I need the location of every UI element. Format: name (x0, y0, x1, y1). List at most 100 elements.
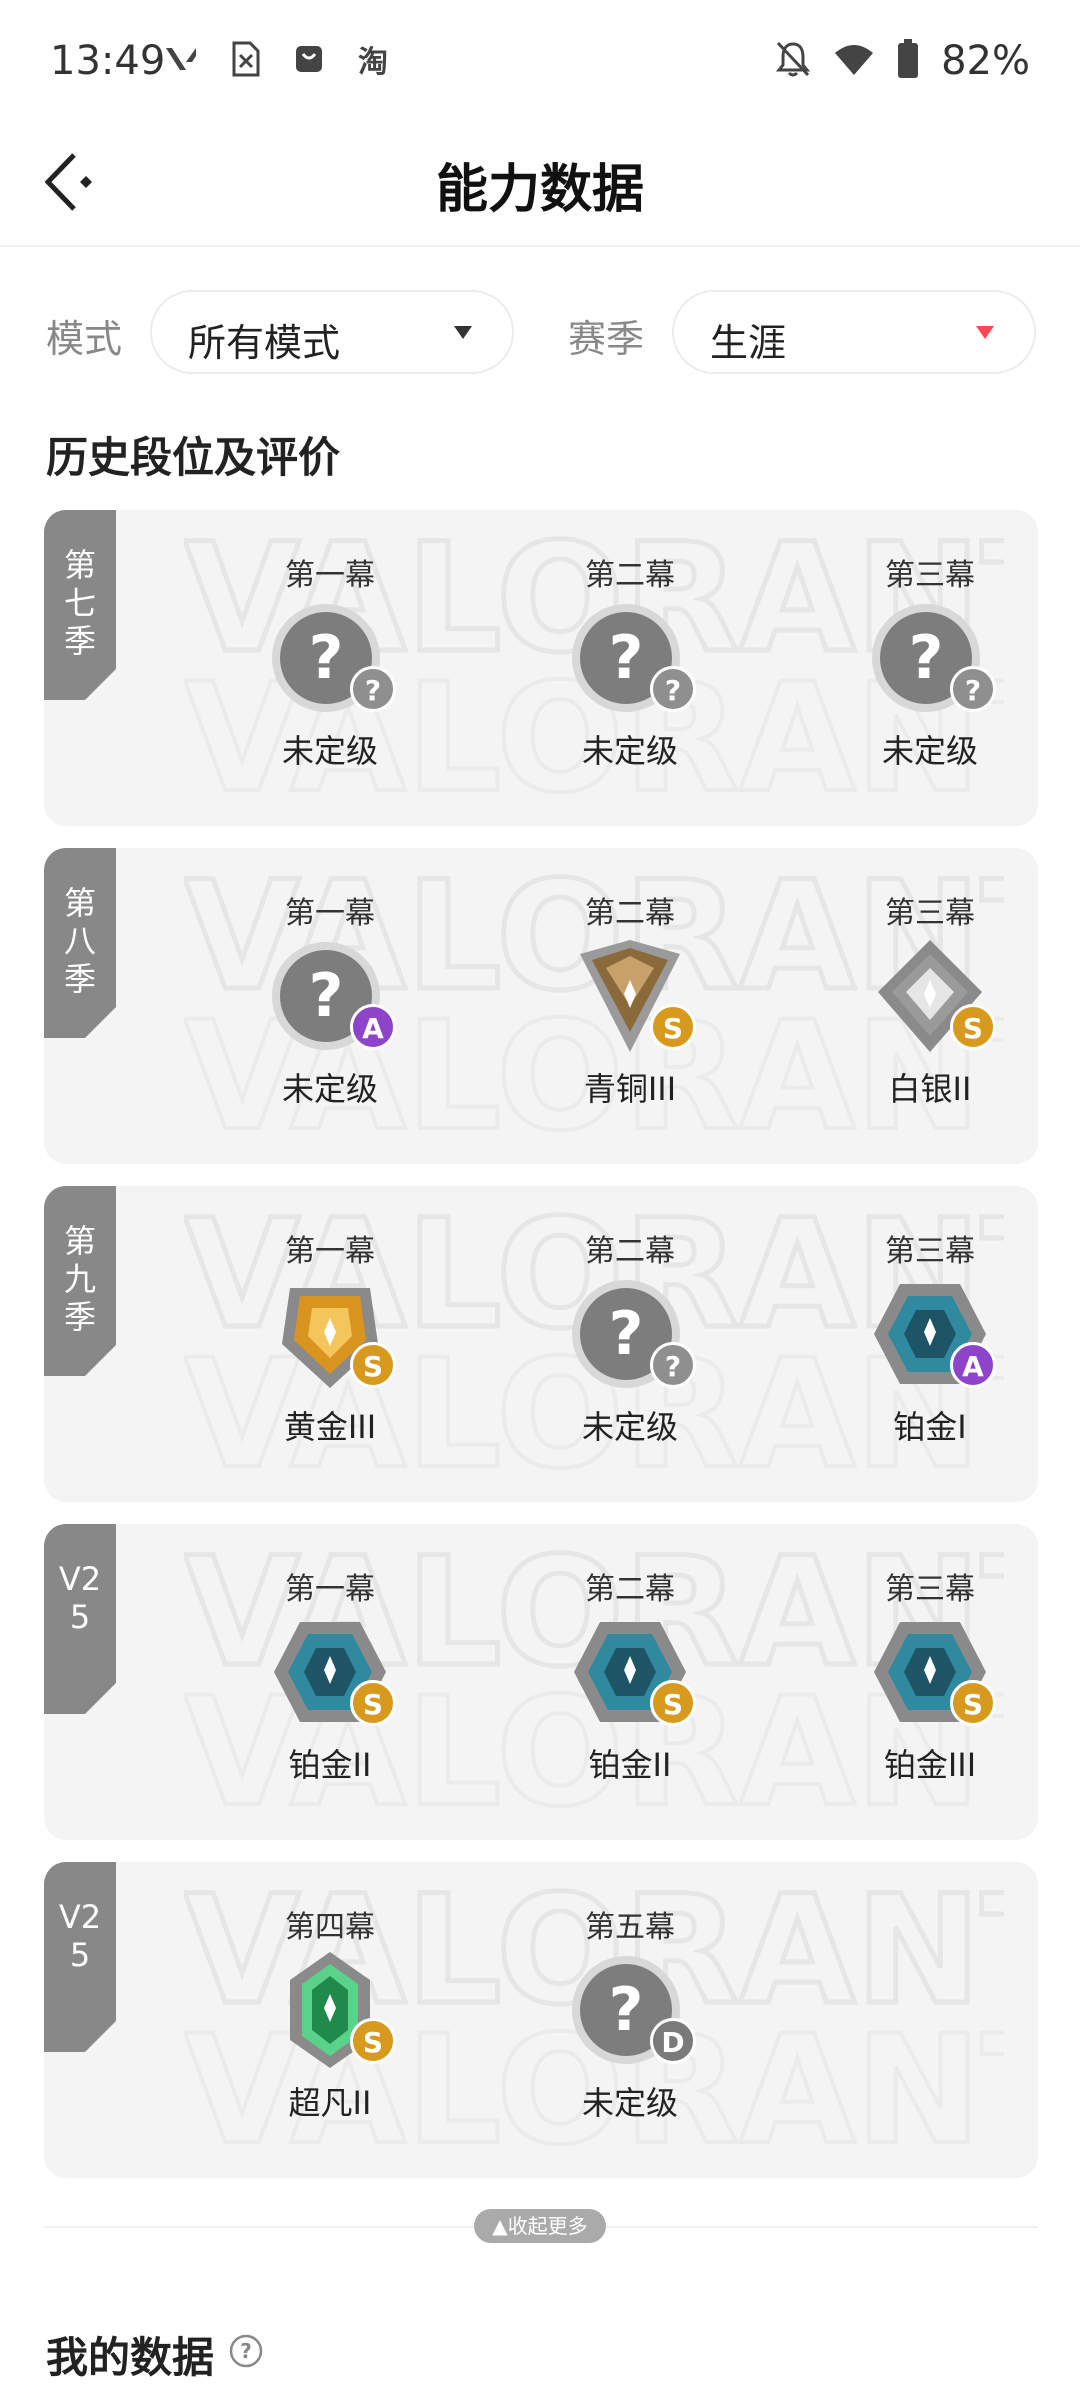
act-label: 第三幕 (885, 558, 975, 593)
act-rank-name: 铂金I (893, 1408, 967, 1446)
act-item[interactable]: 第二幕 S 青铜III (530, 888, 730, 1110)
act-label: 第二幕 (585, 896, 675, 931)
chevron-down-icon (976, 326, 994, 339)
act-rank-name: 未定级 (281, 732, 378, 770)
season-tab-corner (84, 2021, 116, 2053)
season-card: VALORANT VALORANT 第七季 第一幕?? 未定级 第二幕?? 未定级 第三幕??… (44, 510, 1038, 826)
bag-icon (290, 40, 328, 78)
act-rank-name: 铂金II (288, 1746, 372, 1784)
act-rank-name: 未定级 (281, 1070, 378, 1108)
act-item[interactable]: 第二幕?? 未定级 (530, 1226, 730, 1448)
act-rank-name: 未定级 (881, 732, 978, 770)
act-label: 第一幕 (285, 896, 375, 931)
system-icons: 82% (775, 38, 1030, 84)
act-rank-name: 铂金III (883, 1746, 977, 1784)
grade-badge: S (650, 1680, 696, 1726)
season-tab-corner (84, 1007, 116, 1039)
act-label: 第二幕 (585, 1234, 675, 1269)
unranked-rank-icon: ?? (270, 598, 396, 718)
taobao-icon: 淘 (358, 45, 388, 80)
grade-badge: A (950, 1342, 996, 1388)
act-label: 第三幕 (885, 1572, 975, 1607)
svg-text:?: ? (609, 1299, 644, 1369)
grade-badge: S (950, 1004, 996, 1050)
grade-badge: ? (650, 1342, 696, 1388)
svg-text:?: ? (309, 961, 344, 1031)
my-data-label: 我的数据 (46, 2333, 215, 2382)
grade-badge: A (350, 1004, 396, 1050)
season-tab-label: 第七季 (63, 546, 96, 660)
act-label: 第一幕 (285, 1234, 375, 1269)
collapse-label: 收起更多 (507, 2214, 588, 2238)
grade-badge: ? (950, 666, 996, 712)
act-item[interactable]: 第二幕?? 未定级 (530, 550, 730, 772)
section-title: 历史段位及评价 (46, 433, 341, 482)
svg-text:?: ? (609, 623, 644, 693)
act-item[interactable]: 第二幕 S 铂金II (530, 1564, 730, 1786)
sim-off-icon (226, 40, 264, 78)
valorant-icon (162, 40, 200, 78)
status-bar: 13:49 淘 82% (0, 0, 1080, 125)
mode-select[interactable]: 所有模式 (150, 290, 514, 374)
grade-badge: S (350, 2018, 396, 2064)
unranked-rank-icon: ?? (570, 598, 696, 718)
grade-badge: S (350, 1342, 396, 1388)
help-icon[interactable]: ? (228, 2330, 264, 2379)
chevron-up-icon: ▲ (492, 2214, 508, 2238)
unranked-rank-icon: ? D (570, 1950, 696, 2070)
svg-text:?: ? (309, 623, 344, 693)
act-label: 第一幕 (285, 558, 375, 593)
collapse-button[interactable]: ▲收起更多 (474, 2209, 606, 2243)
act-item[interactable]: 第一幕?? 未定级 (230, 550, 430, 772)
status-time: 13:49 (50, 38, 166, 84)
mode-value: 所有模式 (188, 321, 341, 365)
season-tab-corner (84, 1345, 116, 1377)
svg-text:?: ? (909, 623, 944, 693)
act-rank-name: 青铜III (583, 1070, 677, 1108)
bronze-rank-icon: S (570, 936, 696, 1056)
season-tab: V25 (44, 1862, 116, 2053)
act-item[interactable]: 第三幕 A 铂金I (830, 1226, 1030, 1448)
act-label: 第四幕 (285, 1910, 375, 1945)
svg-text:?: ? (240, 2339, 252, 2363)
season-select[interactable]: 生涯 (672, 290, 1036, 374)
page-title: 能力数据 (435, 160, 644, 220)
grade-badge: S (650, 1004, 696, 1050)
platinum-rank-icon: S (270, 1612, 396, 1732)
grade-badge: ? (350, 666, 396, 712)
season-tab: 第七季 (44, 510, 116, 701)
season-tab-corner (84, 669, 116, 701)
act-rank-name: 未定级 (581, 2084, 678, 2122)
act-item[interactable]: 第四幕 S 超凡II (230, 1902, 430, 2124)
act-item[interactable]: 第一幕 S 铂金II (230, 1564, 430, 1786)
season-card: VALORANT VALORANT V25 第四幕 S 超凡II 第五幕? D 未定级 (44, 1862, 1038, 2178)
act-item[interactable]: 第三幕 S 铂金III (830, 1564, 1030, 1786)
act-item[interactable]: 第五幕 ? D 未定级 (530, 1902, 730, 2124)
act-label: 第五幕 (585, 1910, 675, 1945)
season-tab-label: 第八季 (63, 884, 96, 998)
act-item[interactable]: 第三幕 S 白银II (830, 888, 1030, 1110)
act-rank-name: 超凡II (288, 2084, 372, 2122)
season-tab: 第九季 (44, 1186, 116, 1377)
battery-percent: 82% (941, 38, 1030, 84)
mode-label: 模式 (46, 317, 123, 361)
season-tab: 第八季 (44, 848, 116, 1039)
act-label: 第一幕 (285, 1572, 375, 1607)
act-label: 第二幕 (585, 1572, 675, 1607)
act-item[interactable]: 第一幕 S 黄金III (230, 1226, 430, 1448)
filter-bar: 模式 所有模式 赛季 生涯 (0, 290, 1080, 380)
season-card: VALORANT VALORANT 第九季 第一幕 S 黄金III 第二幕?? 未定级 第三幕 A… (44, 1186, 1038, 1502)
act-rank-name: 铂金II (588, 1746, 672, 1784)
ascendant-rank-icon: S (270, 1950, 396, 2070)
grade-badge: ? (650, 666, 696, 712)
unranked-rank-icon: ?? (870, 598, 996, 718)
act-rank-name: 白银II (888, 1070, 972, 1108)
grade-badge: S (350, 1680, 396, 1726)
bell-off-icon (775, 40, 811, 82)
act-rank-name: 未定级 (581, 1408, 678, 1446)
season-card: VALORANT VALORANT V25 第一幕 S 铂金II 第二幕 S 铂金II 第三幕 S 铂… (44, 1524, 1038, 1840)
act-label: 第三幕 (885, 1234, 975, 1269)
act-item[interactable]: 第一幕? A 未定级 (230, 888, 430, 1110)
act-item[interactable]: 第三幕?? 未定级 (830, 550, 1030, 772)
season-card: VALORANT VALORANT 第八季 第一幕? A 未定级 第二幕 S 青铜III 第三幕 S… (44, 848, 1038, 1164)
